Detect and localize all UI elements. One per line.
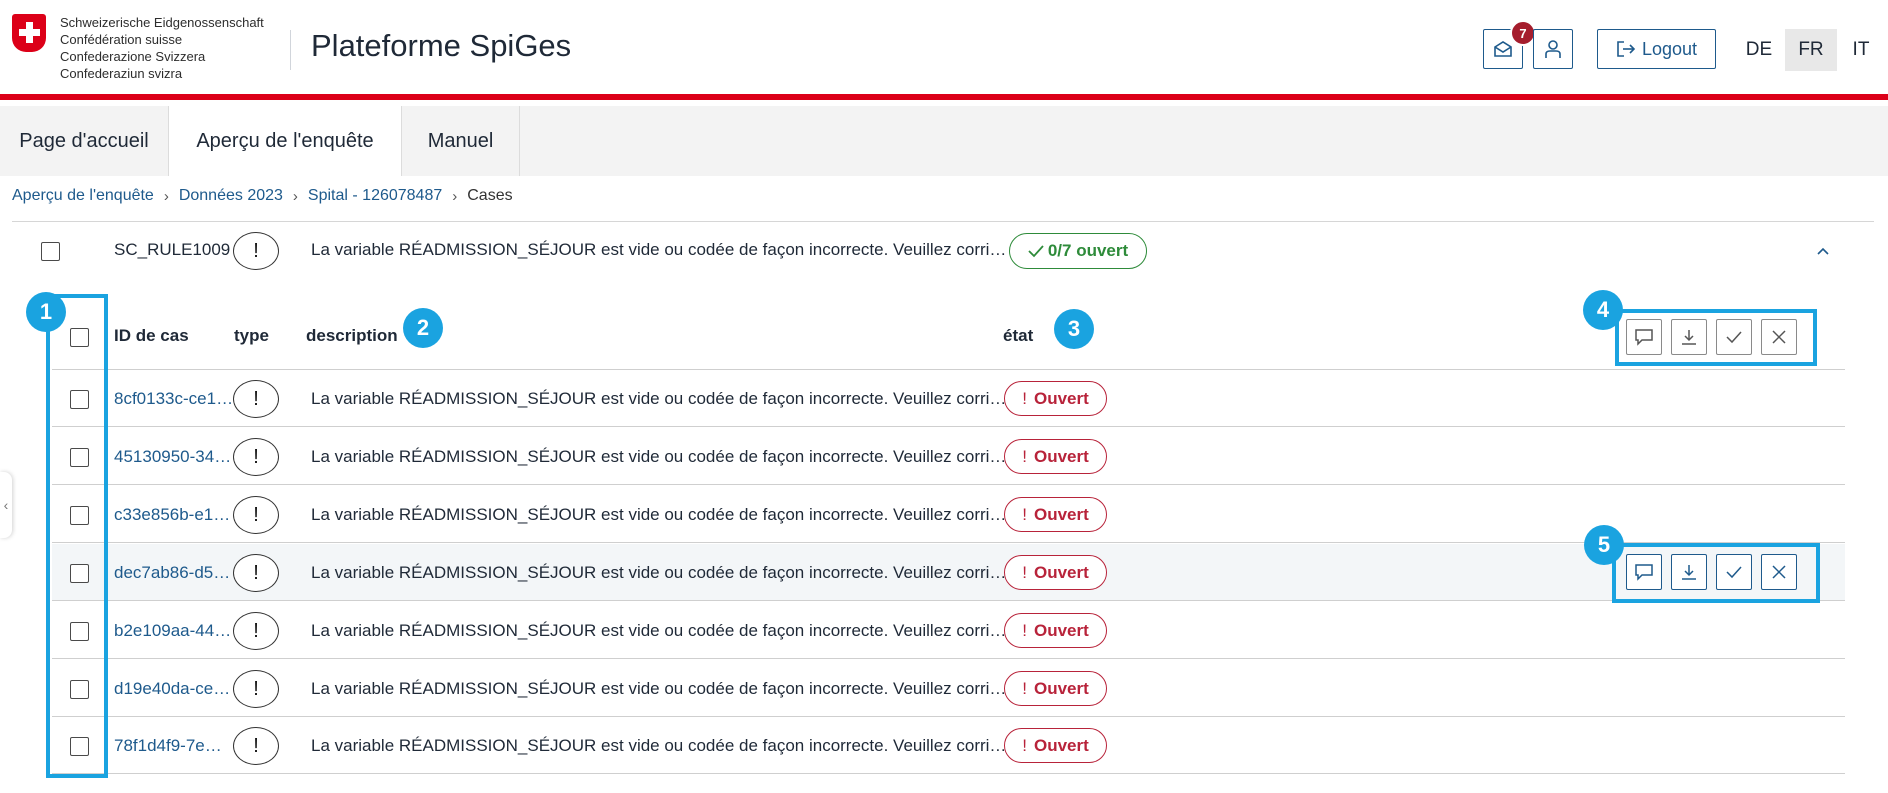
alert-icon: !	[1022, 446, 1027, 466]
app-title: Plateforme SpiGes	[311, 28, 572, 63]
case-id-link[interactable]: b2e109aa-44…	[114, 621, 231, 641]
open-count-label: 0/7 ouvert	[1047, 241, 1129, 260]
row-description: La variable RÉADMISSION_SÉJOUR est vide …	[311, 447, 1007, 466]
lang-de[interactable]: DE	[1733, 29, 1785, 71]
column-header-state: état	[1003, 326, 1034, 345]
confederation-name-it: Confederazione Svizzera	[60, 49, 206, 64]
warning-icon: !	[233, 612, 279, 650]
annotation-marker-1: 1	[26, 292, 66, 332]
tab-home[interactable]: Page d'accueil	[0, 106, 169, 176]
status-label: Ouvert	[1033, 678, 1089, 698]
confederation-names: Schweizerische Eidgenossenschaft Confédé…	[60, 14, 264, 82]
confederation-logo[interactable]: Schweizerische Eidgenossenschaft Confédé…	[12, 14, 264, 82]
lang-it[interactable]: IT	[1835, 29, 1887, 71]
column-header-description: description	[306, 326, 398, 345]
warning-icon: !	[233, 554, 279, 592]
profile-button[interactable]	[1533, 29, 1573, 69]
annotation-marker-5: 5	[1584, 525, 1624, 565]
rule-id: SC_RULE1009	[114, 240, 231, 259]
check-icon	[1028, 245, 1044, 258]
confederation-name-de: Schweizerische Eidgenossenschaft	[60, 15, 264, 30]
app-header: Schweizerische Eidgenossenschaft Confédé…	[0, 0, 1888, 100]
logout-label: Logout	[1641, 38, 1698, 59]
breadcrumb-separator-icon: ›	[292, 187, 298, 205]
chevron-up-icon[interactable]	[1816, 244, 1830, 258]
row-description: La variable RÉADMISSION_SÉJOUR est vide …	[311, 621, 1007, 640]
group-description: La variable RÉADMISSION_SÉJOUR est vide …	[311, 240, 1007, 259]
warning-icon: !	[233, 496, 279, 534]
notifications-button[interactable]: 7	[1483, 20, 1536, 69]
status-badge: ! Ouvert	[1004, 439, 1107, 474]
status-label: Ouvert	[1033, 388, 1089, 408]
status-badge: ! Ouvert	[1004, 613, 1107, 648]
alert-icon: !	[1022, 388, 1027, 408]
breadcrumb: Aperçu de l'enquête › Données 2023 › Spi…	[12, 185, 513, 207]
confederation-name-fr: Confédération suisse	[60, 32, 183, 47]
chevron-left-icon: ‹	[3, 497, 9, 513]
column-header-type: type	[234, 326, 269, 345]
main-nav: Page d'accueil Aperçu de l'enquête Manue…	[0, 106, 1888, 176]
logout-button[interactable]: Logout	[1597, 29, 1716, 69]
user-icon	[1545, 40, 1561, 58]
breadcrumb-current: Cases	[467, 187, 513, 204]
case-id-link[interactable]: d19e40da-ce…	[114, 679, 230, 699]
logout-icon	[1617, 41, 1636, 57]
alert-icon: !	[1022, 678, 1027, 698]
lang-fr[interactable]: FR	[1785, 29, 1837, 71]
annotation-box-5	[1612, 543, 1820, 603]
divider	[12, 221, 1874, 222]
row-description: La variable RÉADMISSION_SÉJOUR est vide …	[311, 679, 1007, 698]
warning-icon: !	[233, 380, 279, 418]
status-badge: ! Ouvert	[1004, 728, 1107, 763]
alert-icon: !	[1022, 735, 1027, 755]
annotation-marker-3: 3	[1054, 309, 1094, 349]
warning-icon: !	[233, 670, 279, 708]
sidebar-toggle[interactable]: ‹	[0, 472, 12, 538]
status-badge: ! Ouvert	[1004, 671, 1107, 706]
status-label: Ouvert	[1033, 562, 1089, 582]
status-label: Ouvert	[1033, 620, 1089, 640]
status-badge: ! Ouvert	[1004, 497, 1107, 532]
case-id-link[interactable]: 45130950-34…	[114, 447, 231, 467]
alert-icon: !	[1022, 620, 1027, 640]
row-description: La variable RÉADMISSION_SÉJOUR est vide …	[311, 505, 1007, 524]
breadcrumb-item-hospital[interactable]: Spital - 126078487	[308, 187, 442, 205]
status-label: Ouvert	[1033, 504, 1089, 524]
tab-manual[interactable]: Manuel	[402, 106, 520, 176]
status-label: Ouvert	[1033, 735, 1089, 755]
case-id-link[interactable]: dec7ab86-d5…	[114, 563, 230, 583]
case-id-link[interactable]: 78f1d4f9-7e…	[114, 736, 222, 756]
annotation-box-1	[46, 294, 108, 778]
breadcrumb-item-data[interactable]: Données 2023	[179, 187, 283, 205]
case-id-link[interactable]: c33e856b-e1…	[114, 505, 230, 525]
group-checkbox[interactable]	[41, 242, 60, 261]
tab-survey-overview[interactable]: Aperçu de l'enquête	[169, 106, 402, 176]
annotation-marker-2: 2	[403, 308, 443, 348]
alert-icon: !	[1022, 562, 1027, 582]
row-description: La variable RÉADMISSION_SÉJOUR est vide …	[311, 389, 1007, 408]
warning-icon: !	[233, 727, 279, 765]
annotation-box-4	[1615, 309, 1817, 366]
row-description: La variable RÉADMISSION_SÉJOUR est vide …	[311, 736, 1007, 755]
confederation-name-rm: Confederaziun svizra	[60, 66, 183, 81]
annotation-marker-4: 4	[1583, 290, 1623, 330]
status-label: Ouvert	[1033, 446, 1089, 466]
open-count-badge: 0/7 ouvert	[1009, 233, 1147, 269]
case-id-link[interactable]: 8cf0133c-ce1…	[114, 389, 233, 409]
status-badge: ! Ouvert	[1004, 555, 1107, 590]
status-badge: ! Ouvert	[1004, 381, 1107, 416]
column-header-case-id: ID de cas	[114, 326, 189, 345]
row-description: La variable RÉADMISSION_SÉJOUR est vide …	[311, 563, 1007, 582]
breadcrumb-separator-icon: ›	[452, 187, 458, 205]
alert-icon: !	[1022, 504, 1027, 524]
breadcrumb-separator-icon: ›	[163, 187, 169, 205]
inbox-icon	[1494, 41, 1512, 57]
swiss-flag-icon	[12, 14, 46, 52]
breadcrumb-item-overview[interactable]: Aperçu de l'enquête	[12, 187, 154, 205]
warning-icon: !	[233, 232, 279, 270]
header-divider	[290, 30, 291, 70]
warning-icon: !	[233, 438, 279, 476]
